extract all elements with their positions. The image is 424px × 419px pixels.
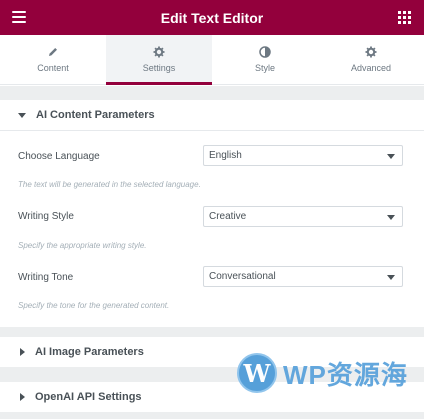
panel-divider xyxy=(0,412,424,419)
field-label: Writing Tone xyxy=(18,272,74,283)
half-circle-icon xyxy=(259,46,271,58)
watermark: W WP资源海 xyxy=(237,353,408,393)
panel-title: Edit Text Editor xyxy=(160,10,264,26)
tab-settings[interactable]: Settings xyxy=(106,35,212,85)
tab-label: Advanced xyxy=(350,63,392,73)
section-content: Choose Language English The text will be… xyxy=(0,130,424,327)
field-description: The text will be generated in the select… xyxy=(18,180,201,189)
writing-tone-select[interactable]: Conversational xyxy=(203,266,403,287)
gear-icon xyxy=(153,46,165,58)
wordpress-logo-icon: W xyxy=(237,353,277,393)
tab-style[interactable]: Style xyxy=(212,35,318,84)
caret-right-icon xyxy=(20,348,25,356)
caret-down-icon xyxy=(387,154,395,159)
section-title: AI Content Parameters xyxy=(36,109,155,121)
pencil-icon xyxy=(49,48,57,56)
select-value: Conversational xyxy=(209,271,276,282)
select-value: Creative xyxy=(209,211,247,222)
field-label: Choose Language xyxy=(18,151,100,162)
tab-label: Settings xyxy=(142,63,176,73)
panel-divider xyxy=(0,86,424,100)
panel-tabs: Content Settings Style Advanced xyxy=(0,35,424,85)
section-title: OpenAI API Settings xyxy=(35,391,142,403)
field-description: Specify the appropriate writing style. xyxy=(18,241,147,250)
caret-right-icon xyxy=(20,393,25,401)
section-ai-content-parameters[interactable]: AI Content Parameters xyxy=(0,100,424,130)
tab-content[interactable]: Content xyxy=(0,35,106,84)
panel-divider xyxy=(0,327,424,337)
language-select[interactable]: English xyxy=(203,145,403,166)
caret-down-icon xyxy=(387,275,395,280)
widgets-grid-icon[interactable] xyxy=(398,11,411,24)
gear-icon xyxy=(365,46,377,58)
field-description: Specify the tone for the generated conte… xyxy=(18,301,170,310)
watermark-text: WP资源海 xyxy=(283,359,408,390)
select-value: English xyxy=(209,150,242,161)
caret-down-icon xyxy=(387,215,395,220)
tab-label: Content xyxy=(37,63,69,73)
tab-label: Style xyxy=(254,63,275,73)
field-label: Writing Style xyxy=(18,211,74,222)
caret-down-icon xyxy=(18,112,26,118)
top-bar: Edit Text Editor xyxy=(0,0,424,35)
section-title: AI Image Parameters xyxy=(35,346,144,358)
tab-advanced[interactable]: Advanced xyxy=(318,35,424,84)
writing-style-select[interactable]: Creative xyxy=(203,206,403,227)
